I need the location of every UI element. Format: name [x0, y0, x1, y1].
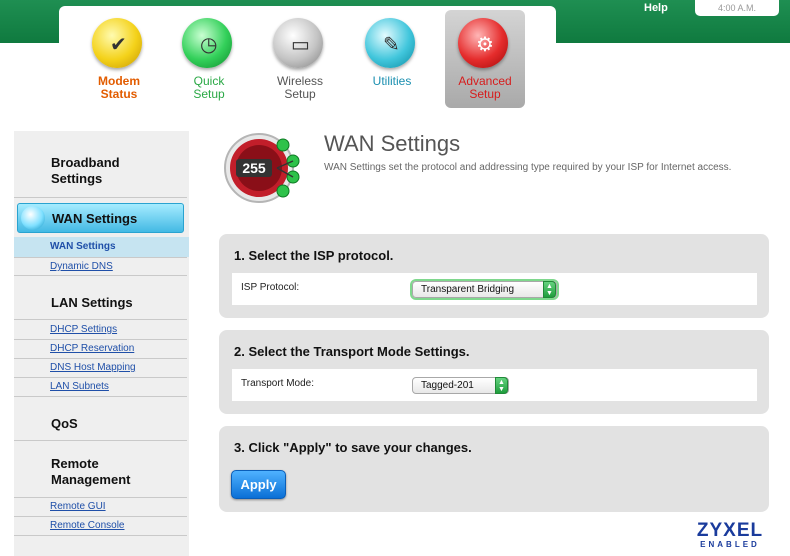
sidebar-link-remote-gui[interactable]: Remote GUI	[50, 501, 106, 512]
tab-label: Wireless Setup	[276, 74, 323, 101]
tab-advanced-setup[interactable]: ⚙ Advanced Setup	[445, 10, 525, 108]
isp-protocol-select[interactable]: Transparent Bridging ▲ ▼	[412, 281, 557, 298]
divider	[14, 339, 187, 340]
tab-label: Modem Status	[98, 74, 140, 101]
divider	[14, 319, 187, 320]
clock-display: 4:00 A.M.	[695, 0, 779, 16]
apply-button[interactable]: Apply	[231, 470, 286, 499]
divider	[14, 440, 187, 441]
tab-label: Utilities	[372, 74, 412, 88]
tab-label: Quick Setup	[193, 74, 225, 101]
sidebar: Broadband Settings WAN Settings WAN Sett…	[14, 131, 189, 556]
page-title: WAN Settings	[324, 131, 461, 156]
sidebar-link-dns-host-mapping[interactable]: DNS Host Mapping	[50, 362, 136, 373]
sidebar-link-dhcp-reservation[interactable]: DHCP Reservation	[50, 343, 134, 354]
dropdown-arrow-icon: ▲ ▼	[543, 281, 556, 298]
logo-brand: ZYXEL	[696, 520, 764, 541]
isp-protocol-section: 1. Select the ISP protocol. ISP Protocol…	[219, 234, 769, 318]
transport-mode-label: Transport Mode:	[241, 378, 314, 389]
wan-icon-number: 255	[242, 160, 266, 176]
section-heading: 3. Click "Apply" to save your changes.	[234, 440, 472, 455]
divider	[14, 396, 187, 397]
apply-section: 3. Click "Apply" to save your changes. A…	[219, 426, 769, 512]
page-description: WAN Settings set the protocol and addres…	[324, 162, 732, 173]
transport-mode-row: Transport Mode: Tagged-201 ▲ ▼	[232, 369, 757, 401]
main-nav-tabs: ✔ Modem Status ◷ Quick Setup ▭ Wireless …	[59, 6, 556, 110]
sidebar-heading-remote-management[interactable]: Remote Management	[51, 456, 130, 488]
sidebar-link-wan-settings[interactable]: WAN Settings	[50, 241, 116, 252]
quick-setup-icon: ◷	[182, 18, 232, 68]
section-heading: 1. Select the ISP protocol.	[234, 248, 394, 263]
advanced-setup-icon: ⚙	[458, 18, 508, 68]
wan-settings-icon	[21, 206, 45, 230]
transport-mode-select[interactable]: Tagged-201 ▲ ▼	[412, 377, 509, 394]
isp-protocol-label: ISP Protocol:	[241, 282, 300, 293]
sidebar-selected-label: WAN Settings	[52, 211, 138, 226]
wireless-setup-icon: ▭	[273, 18, 323, 68]
logo-tagline: ENABLED	[700, 540, 760, 549]
isp-protocol-value: Transparent Bridging	[421, 284, 515, 295]
sidebar-link-dynamic-dns[interactable]: Dynamic DNS	[50, 261, 113, 272]
transport-mode-value: Tagged-201	[421, 380, 474, 391]
divider	[14, 275, 187, 276]
tab-quick-setup[interactable]: ◷ Quick Setup	[169, 10, 249, 108]
dropdown-arrow-icon: ▲ ▼	[495, 377, 508, 394]
sidebar-heading-qos[interactable]: QoS	[51, 416, 78, 432]
transport-mode-section: 2. Select the Transport Mode Settings. T…	[219, 330, 769, 414]
modem-status-icon: ✔	[92, 18, 142, 68]
sidebar-link-remote-console[interactable]: Remote Console	[50, 520, 124, 531]
divider	[14, 257, 187, 258]
divider	[14, 535, 187, 536]
help-link[interactable]: Help	[644, 2, 668, 14]
wan-settings-page-icon: 255	[224, 133, 300, 203]
tab-wireless-setup[interactable]: ▭ Wireless Setup	[260, 10, 340, 108]
zyxel-logo: ZYXEL ENABLED	[690, 521, 770, 549]
section-heading: 2. Select the Transport Mode Settings.	[234, 344, 470, 359]
divider	[14, 358, 187, 359]
tab-label: Advanced Setup	[458, 74, 512, 101]
sidebar-heading-broadband[interactable]: Broadband Settings	[51, 155, 120, 187]
utilities-icon: ✎	[365, 18, 415, 68]
divider	[14, 516, 187, 517]
tab-utilities[interactable]: ✎ Utilities	[352, 10, 432, 108]
sidebar-heading-lan[interactable]: LAN Settings	[51, 295, 133, 311]
sidebar-link-dhcp-settings[interactable]: DHCP Settings	[50, 324, 117, 335]
isp-protocol-row: ISP Protocol: Transparent Bridging ▲ ▼	[232, 273, 757, 305]
divider	[14, 197, 187, 198]
divider	[14, 377, 187, 378]
sidebar-item-wan-settings[interactable]: WAN Settings	[17, 203, 184, 233]
tab-modem-status[interactable]: ✔ Modem Status	[79, 10, 159, 108]
divider	[14, 497, 187, 498]
sidebar-link-lan-subnets[interactable]: LAN Subnets	[50, 381, 109, 392]
